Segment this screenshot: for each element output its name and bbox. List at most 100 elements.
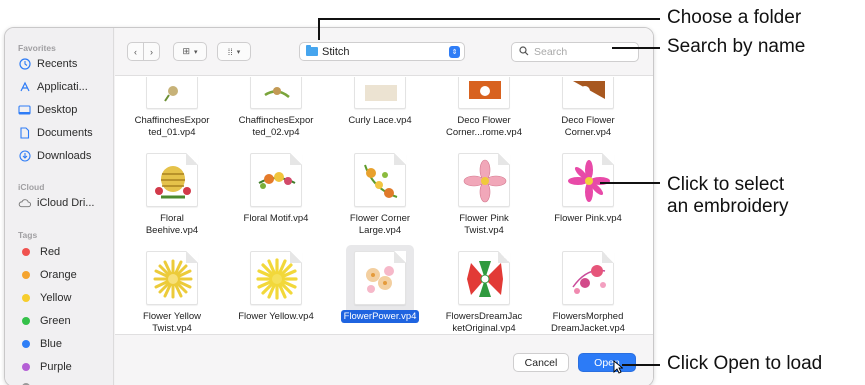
callout-select-line2: an embroidery bbox=[667, 196, 789, 217]
file-thumbnail bbox=[354, 153, 406, 207]
file-grid: ChaffinchesExpor ted_01.vp4 ChaffinchesEx… bbox=[115, 77, 653, 335]
search-field[interactable]: Search bbox=[511, 42, 639, 62]
sidebar-tag-blue[interactable]: Blue bbox=[18, 335, 62, 353]
chevron-down-icon: ▾ bbox=[194, 48, 198, 56]
applications-icon bbox=[18, 81, 31, 94]
sidebar-item-downloads[interactable]: Downloads bbox=[18, 147, 91, 165]
file-item[interactable]: Flower Corner Large.vp4 bbox=[328, 153, 432, 243]
folder-name: Stitch bbox=[322, 45, 350, 58]
file-item[interactable]: Flower Pink.vp4 bbox=[536, 153, 640, 243]
file-item[interactable]: FlowersDreamJac ketOriginal.vp4 bbox=[432, 251, 536, 335]
file-thumbnail bbox=[458, 251, 510, 305]
sidebar-item-applications[interactable]: Applicati... bbox=[18, 78, 88, 96]
file-thumbnail bbox=[458, 77, 510, 109]
mouse-pointer-icon bbox=[613, 360, 624, 374]
forward-button[interactable]: › bbox=[143, 42, 160, 61]
tags-section-title: Tags bbox=[18, 230, 38, 240]
icloud-section-title: iCloud bbox=[18, 182, 45, 192]
toolbar: ‹ › ⊞ ▾ ⁞⁞ ▾ Stitch ⇕ Search bbox=[115, 28, 653, 76]
file-name: Flower Pink Twist.vp4 bbox=[459, 213, 509, 236]
file-name: Flower Yellow Twist.vp4 bbox=[142, 311, 202, 334]
file-thumbnail bbox=[250, 77, 302, 109]
file-name: ChaffinchesExpor ted_02.vp4 bbox=[238, 115, 314, 138]
sidebar-item-label: Red bbox=[40, 246, 61, 258]
callout-line-folder bbox=[318, 18, 320, 40]
file-browser: ‹ › ⊞ ▾ ⁞⁞ ▾ Stitch ⇕ Search Chaffinches… bbox=[115, 28, 653, 385]
file-item[interactable]: Flower Yellow.vp4 bbox=[224, 251, 328, 335]
cancel-button[interactable]: Cancel bbox=[513, 353, 569, 372]
sidebar-item-label: Green bbox=[40, 315, 71, 327]
folder-select[interactable]: Stitch ⇕ bbox=[299, 42, 465, 61]
chevron-right-icon: › bbox=[150, 46, 153, 57]
file-name: Curly Lace.vp4 bbox=[348, 115, 412, 126]
file-name: Deco Flower Corner.vp4 bbox=[561, 115, 615, 138]
sidebar-tag-orange[interactable]: Orange bbox=[18, 266, 77, 284]
callout-line-search bbox=[612, 47, 660, 49]
download-icon bbox=[18, 150, 31, 163]
back-button[interactable]: ‹ bbox=[127, 42, 144, 61]
file-thumbnail bbox=[250, 153, 302, 207]
file-name: ChaffinchesExpor ted_01.vp4 bbox=[134, 115, 210, 138]
file-item[interactable]: Deco Flower Corner.vp4 bbox=[536, 77, 640, 147]
tag-dot-icon bbox=[22, 271, 30, 279]
file-item-selected[interactable]: FlowerPower.vp4 bbox=[328, 245, 432, 335]
file-item[interactable]: FlowersMorphed DreamJacket.vp4 bbox=[536, 251, 640, 335]
sidebar-item-label: Yellow bbox=[40, 292, 72, 304]
sidebar-item-label: iCloud Dri... bbox=[37, 197, 95, 209]
sidebar-item-label: Downloads bbox=[37, 150, 92, 162]
file-item[interactable]: Floral Motif.vp4 bbox=[224, 153, 328, 243]
sidebar-item-recents[interactable]: Recents bbox=[18, 55, 77, 73]
sidebar-tag-green[interactable]: Green bbox=[18, 312, 71, 330]
file-name: FlowerPower.vp4 bbox=[328, 310, 432, 323]
group-icon: ⁞⁞ bbox=[227, 46, 233, 57]
sidebar-item-desktop[interactable]: Desktop bbox=[18, 101, 77, 119]
sidebar-item-label: Recents bbox=[37, 58, 78, 70]
callout-select-line1: Click to select bbox=[667, 174, 785, 195]
tag-dot-icon bbox=[22, 363, 30, 371]
callout-line-folder-h bbox=[318, 18, 660, 20]
cloud-icon bbox=[18, 197, 31, 210]
file-item[interactable]: Flower Pink Twist.vp4 bbox=[432, 153, 536, 243]
callout-line-open bbox=[622, 364, 660, 366]
callout-line-select bbox=[600, 182, 660, 184]
file-thumbnail bbox=[458, 153, 510, 207]
sidebar-tag-more[interactable] bbox=[18, 378, 40, 385]
search-input[interactable]: Search bbox=[534, 46, 567, 58]
file-thumbnail bbox=[146, 153, 198, 207]
sidebar-item-icloud-drive[interactable]: iCloud Dri... bbox=[18, 194, 94, 212]
chevron-down-icon: ▾ bbox=[236, 48, 241, 56]
tag-dot-icon bbox=[22, 317, 30, 325]
file-item[interactable]: Deco Flower Corner...rome.vp4 bbox=[432, 77, 536, 147]
favorites-section-title: Favorites bbox=[18, 43, 56, 53]
sidebar-item-label: Documents bbox=[37, 127, 93, 139]
file-thumbnail bbox=[562, 251, 614, 305]
file-item[interactable]: ChaffinchesExpor ted_01.vp4 bbox=[120, 77, 224, 147]
file-item[interactable]: Floral Beehive.vp4 bbox=[120, 153, 224, 243]
folder-icon bbox=[306, 45, 318, 56]
view-mode-button[interactable]: ⊞ ▾ bbox=[173, 42, 207, 61]
file-name: Floral Beehive.vp4 bbox=[145, 213, 199, 236]
file-name: Deco Flower Corner...rome.vp4 bbox=[445, 115, 523, 138]
file-item[interactable]: Flower Yellow Twist.vp4 bbox=[120, 251, 224, 335]
file-name: Flower Pink.vp4 bbox=[554, 213, 622, 224]
open-button[interactable]: Open bbox=[578, 353, 636, 372]
file-thumbnail bbox=[250, 251, 302, 305]
tag-dot-icon bbox=[22, 294, 30, 302]
sidebar-item-documents[interactable]: Documents bbox=[18, 124, 93, 142]
icon-grid-icon: ⊞ bbox=[182, 46, 191, 56]
sidebar-item-label: Purple bbox=[40, 361, 72, 373]
sidebar-item-label: Desktop bbox=[37, 104, 78, 116]
tag-dot-icon bbox=[22, 340, 30, 348]
sidebar: Favorites Recents Applicati... Desktop D… bbox=[5, 28, 114, 385]
search-icon bbox=[519, 45, 529, 59]
sidebar-tag-yellow[interactable]: Yellow bbox=[18, 289, 71, 307]
sidebar-tag-purple[interactable]: Purple bbox=[18, 358, 72, 376]
file-item[interactable]: Curly Lace.vp4 bbox=[328, 77, 432, 147]
callout-choose-folder: Choose a folder bbox=[667, 7, 802, 28]
file-thumbnail bbox=[146, 77, 198, 109]
file-thumbnail bbox=[562, 77, 614, 109]
sidebar-tag-red[interactable]: Red bbox=[18, 243, 60, 261]
file-item[interactable]: ChaffinchesExpor ted_02.vp4 bbox=[224, 77, 328, 147]
file-name: FlowersDreamJac ketOriginal.vp4 bbox=[445, 311, 523, 334]
group-button[interactable]: ⁞⁞ ▾ bbox=[217, 42, 251, 61]
